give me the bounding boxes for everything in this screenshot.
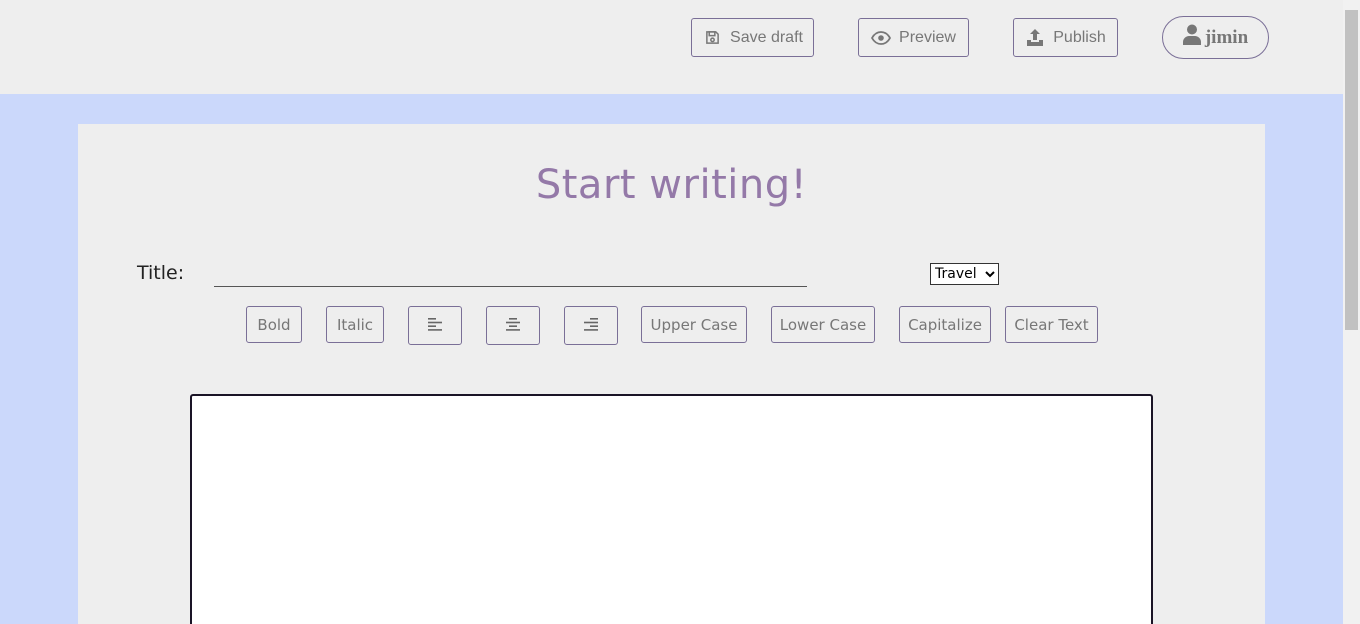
save-draft-label: Save draft [730,28,803,46]
user-menu-button[interactable]: jimin [1162,16,1269,59]
title-input[interactable] [214,260,807,287]
editor-card: Start writing! Title: Travel Bold Italic [78,124,1265,624]
page-scrollbar[interactable] [1343,0,1360,624]
editor-page: Save draft Preview Publish jimin Start w… [0,0,1360,624]
eye-icon [871,28,892,48]
upload-icon [1025,28,1045,48]
save-draft-button[interactable]: Save draft [691,18,814,57]
align-right-button[interactable] [564,306,618,345]
italic-button[interactable]: Italic [326,306,384,343]
capitalize-button[interactable]: Capitalize [899,306,991,343]
user-icon [1182,24,1201,51]
category-select[interactable]: Travel [930,263,999,285]
scrollbar-thumb[interactable] [1345,10,1358,330]
title-label: Title: [137,262,185,284]
top-bar: Save draft Preview Publish jimin [0,0,1343,94]
username-label: jimin [1204,26,1249,48]
align-left-button[interactable] [408,306,462,345]
workspace: Start writing! Title: Travel Bold Italic [0,94,1343,624]
lower-case-button[interactable]: Lower Case [771,306,875,343]
align-center-button[interactable] [486,306,540,345]
publish-label: Publish [1053,28,1106,46]
body-editor[interactable] [190,394,1153,624]
preview-label: Preview [899,28,956,46]
align-center-icon [506,317,520,335]
preview-button[interactable]: Preview [858,18,969,57]
publish-button[interactable]: Publish [1013,18,1118,57]
page-title: Start writing! [535,162,808,208]
align-right-icon [584,317,598,335]
upper-case-button[interactable]: Upper Case [641,306,747,343]
bold-button[interactable]: Bold [246,306,302,343]
align-left-icon [428,317,442,335]
floppy-disk-icon [702,28,722,48]
clear-text-button[interactable]: Clear Text [1005,306,1098,343]
